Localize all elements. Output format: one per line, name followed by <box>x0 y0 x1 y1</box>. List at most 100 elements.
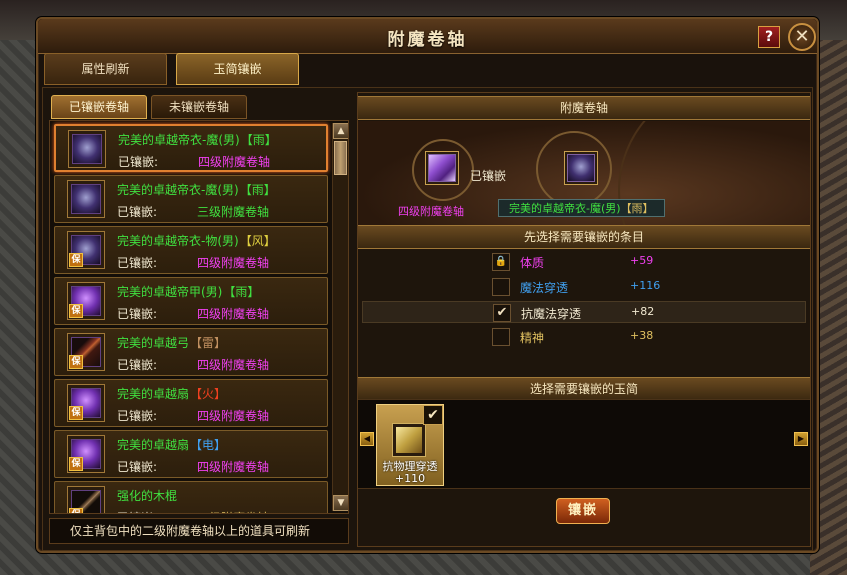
select-attribute-header: 先选择需要镶嵌的条目 <box>358 225 810 249</box>
item-slot: 保 <box>67 486 105 513</box>
item-name: 完美的卓越帝衣-魔(男) <box>118 133 240 147</box>
item-name-row: 完美的卓越扇【电】 <box>117 436 226 453</box>
item-stat-label: 已镶嵌: <box>117 358 158 372</box>
jade-name: 抗物理穿透 +110 <box>377 461 443 485</box>
item-name: 完美的卓越帝衣-魔(男) <box>117 183 239 197</box>
item-name: 完美的卓越扇 <box>117 438 190 452</box>
item-slot <box>67 180 105 218</box>
window-title: 附魔卷轴 <box>387 30 468 50</box>
jade-list: ◀ ✔ 抗物理穿透 +110 ▶ <box>358 399 810 489</box>
item-name: 强化的木棍 <box>117 489 178 503</box>
scroll-panel-header: 附魔卷轴 <box>358 96 810 120</box>
item-stat-label: 已镶嵌: <box>117 409 158 423</box>
item-stat-value: 四级附魔卷轴 <box>197 307 270 321</box>
target-item-name: 完美的卓越帝衣-魔(男) <box>509 202 621 215</box>
attribute-checkbox[interactable] <box>492 278 510 296</box>
lock-icon: 🔒 <box>492 253 510 271</box>
item-slot: 保 <box>67 231 105 269</box>
item-name: 完美的卓越帝衣-物(男) <box>117 234 239 248</box>
item-stat-label: 已镶嵌: <box>117 256 158 270</box>
list-item[interactable]: 完美的卓越帝衣-魔(男)【雨】 已镶嵌: 三级附魔卷轴 <box>54 175 328 223</box>
jade-item[interactable]: ✔ 抗物理穿透 +110 <box>376 404 444 486</box>
attribute-name: 抗魔法穿透 <box>521 307 582 321</box>
list-item[interactable]: 完美的卓越帝衣-魔(男)【雨】 已镶嵌: 四级附魔卷轴 <box>54 124 328 172</box>
attribute-name: 魔法穿透 <box>520 281 569 295</box>
item-name: 完美的卓越弓 <box>117 336 190 350</box>
embed-preview: 四级附魔卷轴 已镶嵌 完美的卓越帝衣-魔(男)【雨】 <box>358 121 810 226</box>
bound-tag-icon: 保 <box>69 406 83 420</box>
bound-tag-icon: 保 <box>69 304 83 318</box>
armor-icon <box>71 184 101 214</box>
armor-icon <box>567 154 595 182</box>
attribute-row[interactable]: 🔒 体质 +59 <box>362 251 806 273</box>
item-stat-label: 已镶嵌: <box>117 205 158 219</box>
attribute-row[interactable]: 精神 +38 <box>362 326 806 348</box>
tab-attribute-refresh[interactable]: 属性刷新 <box>44 53 167 85</box>
subtab-unembedded-scrolls[interactable]: 未镶嵌卷轴 <box>151 95 247 119</box>
item-element: 【电】 <box>190 438 227 452</box>
attribute-value: +82 <box>631 305 655 318</box>
list-item[interactable]: 保 完美的卓越扇【火】 已镶嵌: 四级附魔卷轴 <box>54 379 328 427</box>
scroll-label: 四级附魔卷轴 <box>398 205 464 218</box>
jade-prev-icon[interactable]: ◀ <box>360 432 374 446</box>
item-name: 完美的卓越帝甲(男) <box>117 285 223 299</box>
jade-next-icon[interactable]: ▶ <box>794 432 808 446</box>
item-slot: 保 <box>67 384 105 422</box>
close-button[interactable]: ✕ <box>788 23 816 51</box>
target-item-label: 完美的卓越帝衣-魔(男)【雨】 <box>498 199 665 217</box>
target-item-element: 【雨】 <box>620 202 654 215</box>
item-name-row: 完美的卓越扇【火】 <box>117 385 226 402</box>
item-name-row: 完美的卓越帝衣-物(男)【风】 <box>117 232 276 249</box>
help-button[interactable]: ? <box>758 26 780 48</box>
refresh-hint: 仅主背包中的二级附魔卷轴以上的道具可刷新 <box>49 518 349 544</box>
item-name-row: 完美的卓越弓【雷】 <box>117 334 226 351</box>
select-jade-header: 选择需要镶嵌的玉简 <box>358 377 810 401</box>
scroll-up-icon[interactable]: ▲ <box>333 123 348 139</box>
item-slot: 保 <box>67 333 105 371</box>
attribute-value: +116 <box>630 279 661 292</box>
right-panel: 附魔卷轴 四级附魔卷轴 已镶嵌 完美的卓越帝衣-魔(男)【雨】 先选择需要镶嵌的… <box>357 92 811 547</box>
jade-slip-icon <box>392 423 426 457</box>
attribute-name: 体质 <box>520 256 545 270</box>
item-slot: 保 <box>67 282 105 320</box>
embedded-label: 已镶嵌 <box>470 169 507 183</box>
scroll-slot[interactable] <box>425 151 459 185</box>
item-name: 完美的卓越扇 <box>117 387 190 401</box>
scroll-down-icon[interactable]: ▼ <box>333 495 348 511</box>
item-stat-value: 四级附魔卷轴 <box>197 409 270 423</box>
bound-tag-icon: 保 <box>69 355 83 369</box>
item-stat-value: 四级附魔卷轴 <box>198 155 271 169</box>
armor-icon <box>72 134 102 164</box>
attribute-checkbox[interactable] <box>492 328 510 346</box>
list-item[interactable]: 保 完美的卓越弓【雷】 已镶嵌: 四级附魔卷轴 <box>54 328 328 376</box>
item-name-row: 完美的卓越帝衣-魔(男)【雨】 <box>118 131 277 148</box>
attribute-row[interactable]: ✔ 抗魔法穿透 +82 <box>362 301 806 323</box>
list-scrollbar[interactable]: ▲ ▼ <box>332 123 348 511</box>
item-name-row: 完美的卓越帝甲(男)【雨】 <box>117 283 259 300</box>
tab-jade-embed[interactable]: 玉简镶嵌 <box>176 53 299 85</box>
item-stat-label: 已镶嵌: <box>117 307 158 321</box>
enchant-scroll-window: 附魔卷轴 ? ✕ 属性刷新 玉简镶嵌 已镶嵌卷轴 未镶嵌卷轴 完美的卓越帝衣-魔… <box>36 17 819 553</box>
item-stat-label: 已镶嵌: <box>117 460 158 474</box>
item-element: 【风】 <box>239 234 276 248</box>
attribute-value: +38 <box>630 329 654 342</box>
item-slot <box>68 130 106 168</box>
attribute-row[interactable]: 魔法穿透 +116 <box>362 276 806 298</box>
list-item[interactable]: 保 强化的木棍已镶嵌: 二级附魔卷轴 <box>54 481 328 513</box>
scroll-thumb[interactable] <box>334 141 347 175</box>
list-item[interactable]: 保 完美的卓越帝衣-物(男)【风】 已镶嵌: 四级附魔卷轴 <box>54 226 328 274</box>
list-item[interactable]: 保 完美的卓越扇【电】 已镶嵌: 四级附魔卷轴 <box>54 430 328 478</box>
attribute-checkbox[interactable]: ✔ <box>493 304 511 322</box>
target-item-slot[interactable] <box>564 151 598 185</box>
item-element: 【雨】 <box>239 183 276 197</box>
item-element: 【雨】 <box>223 285 260 299</box>
window-titlebar: 附魔卷轴 ? ✕ <box>38 19 817 54</box>
enchant-scroll-icon <box>428 154 456 182</box>
list-item[interactable]: 保 完美的卓越帝甲(男)【雨】 已镶嵌: 四级附魔卷轴 <box>54 277 328 325</box>
item-slot: 保 <box>67 435 105 473</box>
embed-button[interactable]: 镶嵌 <box>556 498 610 524</box>
item-stat-value: 四级附魔卷轴 <box>197 256 270 270</box>
item-stat-value: 二级附魔卷轴 <box>197 509 269 513</box>
item-list: 完美的卓越帝衣-魔(男)【雨】 已镶嵌: 四级附魔卷轴 完美的卓越帝衣-魔(男)【雨】… <box>49 120 349 514</box>
subtab-embedded-scrolls[interactable]: 已镶嵌卷轴 <box>51 95 147 119</box>
